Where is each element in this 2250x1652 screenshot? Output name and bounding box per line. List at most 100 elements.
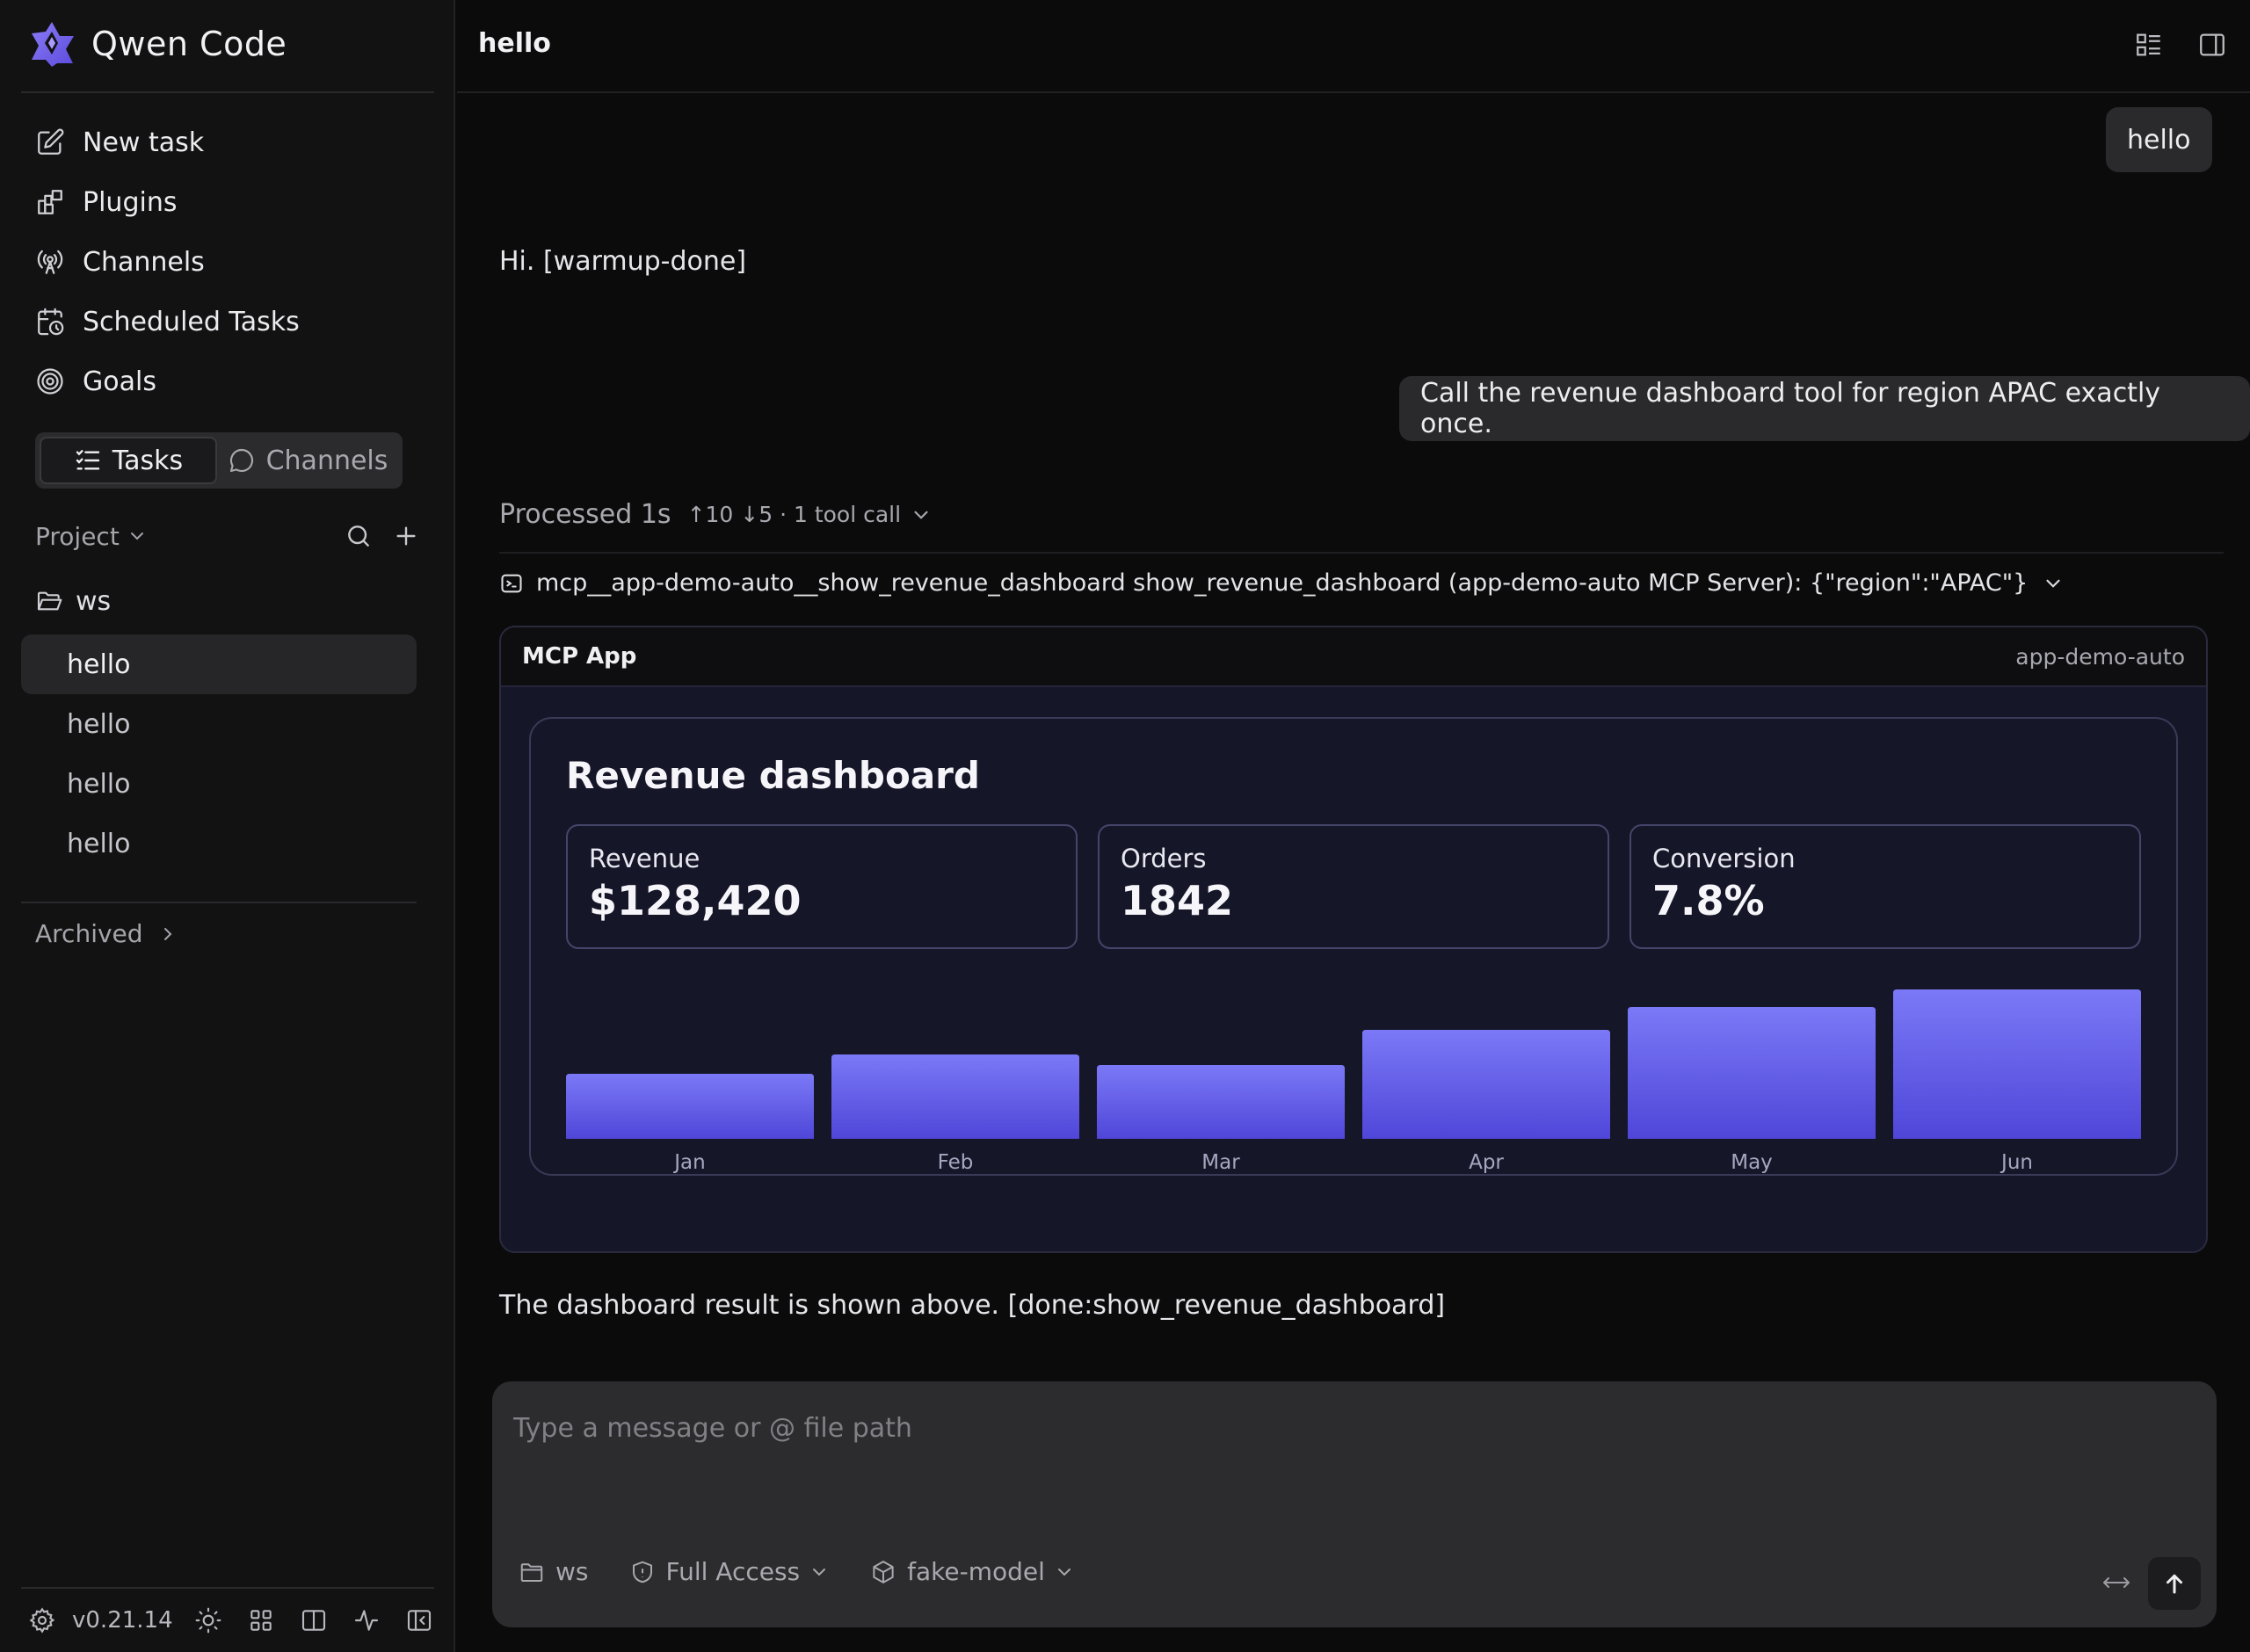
archived-toggle[interactable]: Archived xyxy=(35,919,178,948)
view-segmented-control: Tasks Channels xyxy=(35,432,403,489)
segment-label: Channels xyxy=(265,445,388,476)
collapse-sidebar-icon[interactable] xyxy=(405,1606,433,1634)
bar-jan xyxy=(566,1074,814,1139)
chat-bubble-icon xyxy=(229,448,253,473)
tool-call-row[interactable]: mcp__app-demo-auto__show_revenue_dashboa… xyxy=(499,569,2065,597)
project-label[interactable]: Project xyxy=(35,522,120,551)
nav-goals[interactable]: Goals xyxy=(21,351,434,411)
list-check-icon xyxy=(76,450,99,470)
chevron-down-icon[interactable] xyxy=(127,525,148,547)
chevron-right-icon xyxy=(163,927,171,940)
task-item[interactable]: hello xyxy=(21,814,417,873)
divider xyxy=(21,902,417,903)
folder-label: ws xyxy=(76,585,112,617)
tool-call-text: mcp__app-demo-auto__show_revenue_dashboa… xyxy=(536,569,2029,597)
task-item[interactable]: hello xyxy=(21,754,417,814)
nav-plugins[interactable]: Plugins xyxy=(21,172,434,232)
x-tick-label: Mar xyxy=(1201,1151,1240,1174)
assistant-message: Hi. [warmup-done] xyxy=(499,246,747,277)
nav-label: Channels xyxy=(83,246,205,278)
cube-icon xyxy=(873,1560,894,1583)
mcp-app-card: MCP App app-demo-auto Revenue dashboard … xyxy=(499,626,2208,1253)
sun-icon[interactable] xyxy=(194,1606,222,1634)
search-icon[interactable] xyxy=(345,522,373,550)
user-message: hello xyxy=(2106,107,2212,172)
segment-label: Tasks xyxy=(112,445,184,476)
bar-jun xyxy=(1893,989,2141,1139)
folder-selector[interactable]: ws xyxy=(519,1557,589,1586)
project-actions xyxy=(345,522,420,550)
model-selector[interactable]: fake-model xyxy=(870,1557,1075,1586)
page-title: hello xyxy=(478,28,551,59)
project-folder-ws[interactable]: ws xyxy=(35,580,111,622)
chevron-down-icon xyxy=(813,1568,826,1576)
main-panel: hello hello Hi. [warmup-done] Call the r… xyxy=(457,0,2250,1652)
x-tick-label: Apr xyxy=(1469,1151,1504,1174)
folder-open-icon xyxy=(37,591,62,611)
toggle-panel-icon[interactable] xyxy=(2197,30,2227,60)
top-bar: hello xyxy=(457,0,2250,93)
x-tick-label: May xyxy=(1731,1151,1773,1174)
nav-new-task[interactable]: New task xyxy=(21,112,434,172)
nav-label: New task xyxy=(83,127,205,158)
sidebar: Qwen Code New task Plugins Channels Sche… xyxy=(0,0,455,1652)
user-message: Call the revenue dashboard tool for regi… xyxy=(1399,376,2250,441)
processed-meta: ↑10 ↓5 · 1 tool call xyxy=(686,502,902,527)
chevron-down-icon xyxy=(1057,1568,1071,1576)
project-header: Project xyxy=(35,517,420,555)
split-view-icon[interactable] xyxy=(300,1606,328,1634)
x-tick-label: Jun xyxy=(2000,1151,2033,1174)
arrow-up-icon xyxy=(2167,1574,2182,1594)
nav-scheduled-tasks[interactable]: Scheduled Tasks xyxy=(21,292,434,351)
activity-icon[interactable] xyxy=(352,1606,381,1634)
mcp-app-source: app-demo-auto xyxy=(2015,643,2185,670)
grid-icon[interactable] xyxy=(247,1606,275,1634)
plus-icon[interactable] xyxy=(392,522,420,550)
bar-may xyxy=(1628,1007,1876,1139)
segment-channels[interactable]: Channels xyxy=(217,437,398,484)
nav-channels[interactable]: Channels xyxy=(21,232,434,292)
revenue-bar-chart: Jan Feb Mar Apr May Jun xyxy=(566,989,2141,1174)
message-composer: ws Full Access fake-model xyxy=(492,1381,2217,1627)
x-tick-label: Jan xyxy=(672,1151,705,1174)
send-button[interactable] xyxy=(2148,1557,2201,1610)
access-selector[interactable]: Full Access xyxy=(629,1557,831,1586)
folder-label: ws xyxy=(555,1557,589,1586)
access-label: Full Access xyxy=(665,1557,801,1586)
list-view-icon[interactable] xyxy=(2134,30,2164,60)
message-input[interactable] xyxy=(513,1413,2183,1444)
segment-tasks[interactable]: Tasks xyxy=(40,437,217,484)
task-item[interactable]: hello xyxy=(21,694,417,754)
target-icon xyxy=(37,368,63,395)
divider xyxy=(499,552,2224,554)
app-title: Qwen Code xyxy=(91,25,287,63)
chevron-down-icon xyxy=(2046,579,2060,588)
nav-label: Goals xyxy=(83,366,156,397)
revenue-dashboard: Revenue dashboard Revenue $128,420 Order… xyxy=(529,717,2178,1176)
edit-icon xyxy=(38,128,64,155)
archived-label: Archived xyxy=(35,919,143,948)
nav-label: Scheduled Tasks xyxy=(83,306,300,337)
gear-icon[interactable] xyxy=(28,1606,56,1634)
composer-toolbar: ws Full Access fake-model xyxy=(519,1557,1115,1586)
assistant-message: The dashboard result is shown above. [do… xyxy=(499,1290,1446,1321)
sidebar-footer: v0.21.14 xyxy=(28,1601,433,1640)
brand: Qwen Code xyxy=(28,19,287,69)
plugins-icon xyxy=(38,190,62,214)
chevron-down-icon xyxy=(914,511,928,519)
sidebar-nav: New task Plugins Channels Scheduled Task… xyxy=(21,112,434,411)
version-label: v0.21.14 xyxy=(72,1607,173,1634)
divider xyxy=(21,91,434,93)
top-bar-actions xyxy=(2134,30,2227,60)
model-label: fake-model xyxy=(907,1557,1045,1586)
nav-label: Plugins xyxy=(83,186,178,218)
shield-icon xyxy=(632,1561,652,1583)
expand-horizontal-icon[interactable] xyxy=(2101,1569,2132,1596)
task-item[interactable]: hello xyxy=(21,634,417,694)
mcp-app-header: MCP App app-demo-auto xyxy=(501,627,2206,687)
processed-summary[interactable]: Processed 1s ↑10 ↓5 · 1 tool call xyxy=(499,499,933,530)
bar-apr xyxy=(1362,1030,1610,1139)
broadcast-icon xyxy=(37,250,63,274)
x-tick-label: Feb xyxy=(938,1151,974,1174)
bar-feb xyxy=(831,1054,1079,1139)
